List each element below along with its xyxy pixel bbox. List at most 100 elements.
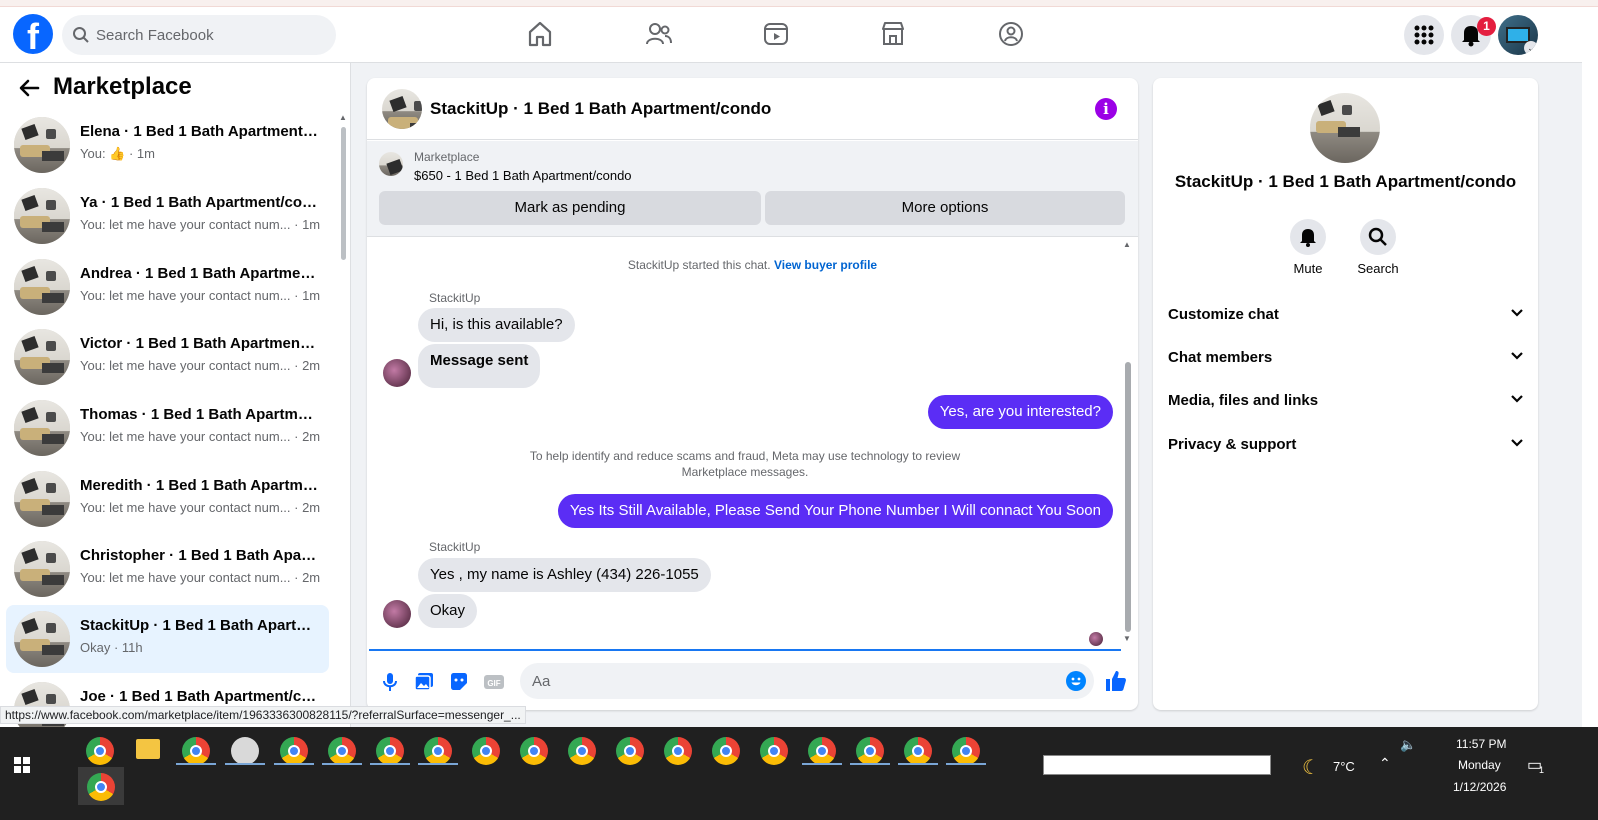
chrome-profile-icon[interactable] <box>520 737 548 765</box>
contact-avatar[interactable] <box>1310 93 1380 163</box>
tray-chevron-up-icon[interactable]: ⌃ <box>1379 755 1391 772</box>
more-options-button[interactable]: More options <box>765 191 1125 225</box>
mute-button[interactable]: Mute <box>1273 219 1343 276</box>
chat-members-section[interactable]: Chat members <box>1168 337 1524 377</box>
mark-as-pending-button[interactable]: Mark as pending <box>379 191 761 225</box>
taskbar-address-box[interactable] <box>1043 755 1271 775</box>
home-icon[interactable] <box>525 19 555 49</box>
chat-info-panel: StackitUp · 1 Bed 1 Bath Apartment/condo… <box>1153 78 1538 710</box>
conversation-item-active[interactable]: StackitUp · 1 Bed 1 Bath Apartment/condo… <box>6 605 329 673</box>
chrome-profile-icon[interactable] <box>424 737 452 765</box>
scrollbar-thumb[interactable] <box>1125 362 1131 632</box>
sender-name: StackitUp <box>429 291 481 305</box>
listing-thumbnail <box>14 188 70 244</box>
volume-icon[interactable]: 🔈 <box>1400 737 1416 753</box>
gif-icon[interactable]: GIF <box>483 671 505 693</box>
chrome-profile-icon[interactable] <box>328 737 356 765</box>
message-composer: GIF <box>367 651 1138 710</box>
conversation-name: Meredith · 1 Bed 1 Bath Apartment/condo <box>80 477 320 494</box>
view-buyer-profile-link[interactable]: View buyer profile <box>774 258 877 272</box>
conversation-item[interactable]: Meredith · 1 Bed 1 Bath Apartment/condo … <box>6 465 329 533</box>
sender-avatar[interactable] <box>383 600 411 628</box>
active-taskbar-item[interactable] <box>78 767 124 805</box>
chrome-profile-icon[interactable] <box>376 737 404 765</box>
customize-chat-section[interactable]: Customize chat <box>1168 294 1524 334</box>
listing-price[interactable]: $650 - 1 Bed 1 Bath Apartment/condo <box>414 168 632 183</box>
incoming-message[interactable]: Hi, is this available? <box>418 308 575 342</box>
chat-started-text: StackitUp started this chat. <box>627 258 771 272</box>
groups-icon[interactable] <box>996 19 1026 49</box>
search-input[interactable] <box>96 15 326 55</box>
search-in-chat-button[interactable]: Search <box>1343 219 1413 276</box>
chrome-profile-icon[interactable] <box>904 737 932 765</box>
chevron-down-icon: ⌄ <box>1524 41 1538 55</box>
chrome-profile-icon[interactable] <box>712 737 740 765</box>
marketplace-icon[interactable] <box>878 19 908 49</box>
privacy-support-section[interactable]: Privacy & support <box>1168 424 1524 464</box>
listing-thumbnail <box>14 329 70 385</box>
conversation-item[interactable]: Elena · 1 Bed 1 Bath Apartment/condo You… <box>6 111 329 179</box>
info-icon[interactable]: i <box>1095 98 1117 120</box>
chrome-profile-icon[interactable] <box>952 737 980 765</box>
incoming-message[interactable]: Message sent <box>418 344 541 388</box>
video-icon[interactable] <box>761 19 791 49</box>
chrome-profile-icon[interactable] <box>664 737 692 765</box>
app-icon[interactable] <box>231 737 259 765</box>
weather-temperature[interactable]: 7°C <box>1333 759 1355 774</box>
message-input[interactable] <box>520 663 1094 699</box>
scroll-down-arrow-icon[interactable]: ▼ <box>1123 634 1131 643</box>
back-arrow-icon[interactable] <box>18 77 40 99</box>
conversation-item[interactable]: Victor · 1 Bed 1 Bath Apartment/condo Yo… <box>6 323 329 391</box>
facebook-logo-icon[interactable]: f <box>13 14 53 54</box>
chrome-profile-icon[interactable] <box>616 737 644 765</box>
account-avatar[interactable]: ⌄ <box>1498 15 1538 55</box>
sticker-icon[interactable] <box>448 671 470 693</box>
bell-icon <box>1300 229 1316 247</box>
thumbs-up-icon[interactable] <box>1104 669 1128 693</box>
clock-time[interactable]: 11:57 PM <box>1456 737 1506 751</box>
conversation-snippet: Okay · 11h <box>80 640 143 655</box>
chrome-profile-icon[interactable] <box>472 737 500 765</box>
chat-scrollbar[interactable]: ▲ ▼ <box>1123 240 1133 648</box>
conversation-item[interactable]: Andrea · 1 Bed 1 Bath Apartment/condo Yo… <box>6 253 329 321</box>
search-box[interactable] <box>62 15 336 55</box>
chrome-profile-icon[interactable] <box>280 737 308 765</box>
page-scrollbar[interactable] <box>1582 7 1598 727</box>
media-files-links-section[interactable]: Media, files and links <box>1168 380 1524 420</box>
sender-avatar[interactable] <box>383 359 411 387</box>
scroll-up-arrow-icon[interactable]: ▲ <box>339 113 347 122</box>
chrome-profile-icon[interactable] <box>808 737 836 765</box>
conversation-snippet: You: let me have your contact num... · 2… <box>80 500 321 515</box>
scroll-up-arrow-icon[interactable]: ▲ <box>1123 240 1131 249</box>
friends-icon[interactable] <box>644 19 674 49</box>
emoji-icon[interactable] <box>1066 671 1086 691</box>
photo-icon[interactable] <box>413 671 435 693</box>
incoming-message[interactable]: Yes , my name is Ashley (434) 226-1055 <box>418 558 711 592</box>
listing-thumbnail <box>14 400 70 456</box>
svg-text:GIF: GIF <box>487 679 500 688</box>
section-label: Privacy & support <box>1168 436 1297 453</box>
chrome-profile-icon[interactable] <box>760 737 788 765</box>
chrome-profile-icon[interactable] <box>568 737 596 765</box>
sidebar-scrollbar[interactable]: ▲ <box>338 111 348 721</box>
listing-thumbnail <box>14 611 70 667</box>
incoming-message[interactable]: Okay <box>418 594 478 628</box>
conversation-name: StackitUp · 1 Bed 1 Bath Apartment/condo <box>80 617 320 634</box>
file-explorer-icon[interactable] <box>136 739 160 759</box>
conversation-item[interactable]: Thomas · 1 Bed 1 Bath Apartment/condo Yo… <box>6 394 329 462</box>
menu-button[interactable] <box>1404 15 1444 55</box>
search-icon <box>1368 227 1387 246</box>
conversation-snippet: You: let me have your contact num... · 2… <box>80 358 321 373</box>
microphone-icon[interactable] <box>379 671 401 693</box>
chat-title[interactable]: StackitUp · 1 Bed 1 Bath Apartment/condo <box>430 99 771 119</box>
chrome-profile-icon[interactable] <box>182 737 210 765</box>
conversation-item[interactable]: Christopher · 1 Bed 1 Bath Apartment/con… <box>6 535 329 603</box>
chat-avatar[interactable] <box>382 89 422 129</box>
conversation-item[interactable]: Ya · 1 Bed 1 Bath Apartment/condo You: l… <box>6 182 329 250</box>
windows-start-icon[interactable] <box>14 757 30 773</box>
outgoing-message[interactable]: Yes, are you interested? <box>927 395 1113 429</box>
chrome-icon[interactable] <box>86 737 114 765</box>
chrome-profile-icon[interactable] <box>856 737 884 765</box>
scrollbar-thumb[interactable] <box>341 127 346 260</box>
outgoing-message[interactable]: Yes Its Still Available, Please Send You… <box>557 494 1113 528</box>
